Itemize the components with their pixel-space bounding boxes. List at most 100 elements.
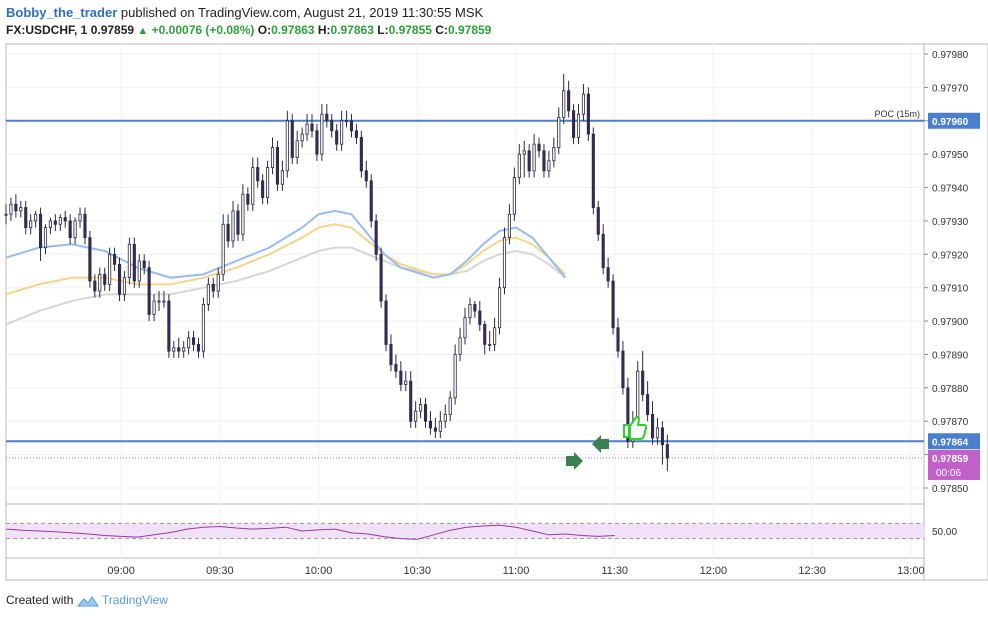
candle-body	[29, 220, 33, 229]
candle-body	[290, 120, 294, 158]
tradingview-logo-icon	[76, 595, 99, 607]
candle-body	[374, 220, 378, 255]
candle-body	[266, 167, 270, 198]
price-tick-label: 0.97900	[932, 317, 969, 328]
candle-body	[423, 404, 428, 422]
candle-body	[78, 213, 82, 222]
candle-body	[453, 354, 457, 399]
candle-body	[591, 133, 595, 208]
candle-body	[34, 213, 38, 222]
time-tick-label: 09:00	[107, 565, 135, 577]
candle-body	[103, 273, 107, 285]
candle-body	[226, 223, 230, 242]
time-tick-label: 12:30	[798, 565, 826, 577]
candle-body	[19, 207, 23, 212]
candle-body	[369, 180, 373, 222]
price-tick-label: 0.97850	[932, 484, 969, 495]
candle-body	[201, 303, 205, 352]
candle-body	[394, 364, 398, 372]
candle-body	[122, 277, 127, 295]
price-tick-label: 0.97920	[932, 250, 969, 261]
candle-body	[660, 427, 664, 445]
candle-body	[142, 260, 146, 269]
time-tick-label: 09:30	[206, 565, 234, 577]
candle-body	[275, 147, 280, 185]
candle-body	[93, 280, 97, 292]
time-tick-label: 10:30	[404, 565, 432, 577]
candle-body	[211, 283, 215, 292]
candle-body	[216, 273, 220, 292]
candle-body	[389, 344, 393, 365]
candle-body	[157, 300, 161, 303]
candle-body	[497, 287, 502, 329]
candle-body	[581, 93, 586, 115]
candle-body	[557, 117, 561, 148]
candle-body	[63, 217, 67, 222]
candle-body	[305, 123, 309, 135]
candle-body	[611, 280, 615, 329]
candle-body	[132, 243, 136, 282]
candle-body	[458, 337, 462, 355]
candle-body	[507, 213, 511, 239]
candle-body	[147, 267, 151, 315]
candle-body	[48, 220, 52, 229]
candle-body	[399, 370, 403, 385]
candle-body	[53, 220, 57, 225]
time-tick-label: 11:30	[601, 565, 628, 577]
candle-body	[221, 223, 225, 275]
candle-body	[73, 220, 77, 239]
candle-body	[379, 253, 383, 302]
candle-body	[463, 317, 467, 339]
tradingview-brand-link[interactable]: TradingView	[102, 593, 168, 607]
rsi-tick-label: 50.00	[932, 527, 957, 538]
price-tick-label: 0.97940	[932, 184, 969, 195]
candle-body	[621, 350, 625, 389]
candle-body	[43, 227, 48, 249]
candle-body	[152, 300, 156, 315]
candle-body	[537, 143, 541, 152]
price-tick-label: 0.97970	[932, 83, 969, 94]
candle-body	[517, 153, 521, 178]
candle-body	[98, 273, 102, 292]
candle-body	[137, 260, 141, 282]
candle-body	[527, 150, 531, 172]
candle-body	[167, 300, 171, 352]
candle-body	[310, 123, 314, 132]
candle-body	[68, 220, 72, 239]
created-with-label: Created with	[6, 593, 74, 607]
candle-body	[172, 347, 176, 352]
candle-body	[9, 203, 13, 215]
candle-body	[468, 303, 472, 319]
candle-body	[404, 380, 408, 385]
candle-body	[251, 167, 255, 205]
candle-body	[552, 147, 556, 162]
candle-body	[187, 337, 191, 349]
candle-body	[335, 130, 339, 145]
candle-body	[113, 253, 117, 265]
candle-body	[295, 140, 299, 158]
candle-body	[562, 90, 566, 118]
candle-body	[359, 137, 363, 172]
candle-body	[256, 167, 260, 182]
time-tick-label: 11:00	[503, 565, 530, 577]
candle-body	[478, 310, 482, 325]
candle-body	[409, 380, 413, 422]
candle-body	[191, 337, 196, 345]
price-tag: 0.97864	[932, 437, 969, 448]
price-chart[interactable]: POC (15m) 0.979800.979700.979600.979500.…	[0, 0, 988, 590]
time-tick-label: 13:00	[897, 565, 925, 577]
candle-body	[433, 427, 437, 432]
candles	[4, 74, 669, 472]
candle-body	[325, 113, 329, 122]
candle-body	[601, 233, 605, 269]
candle-body	[14, 203, 18, 212]
candle-body	[364, 170, 368, 182]
candle-body	[414, 410, 418, 422]
candle-body	[349, 120, 354, 132]
candle-body	[419, 404, 423, 412]
candle-body	[270, 147, 275, 168]
candle-body	[38, 213, 43, 249]
candle-body	[448, 397, 452, 415]
candle-body	[655, 427, 660, 439]
candle-body	[315, 130, 319, 155]
